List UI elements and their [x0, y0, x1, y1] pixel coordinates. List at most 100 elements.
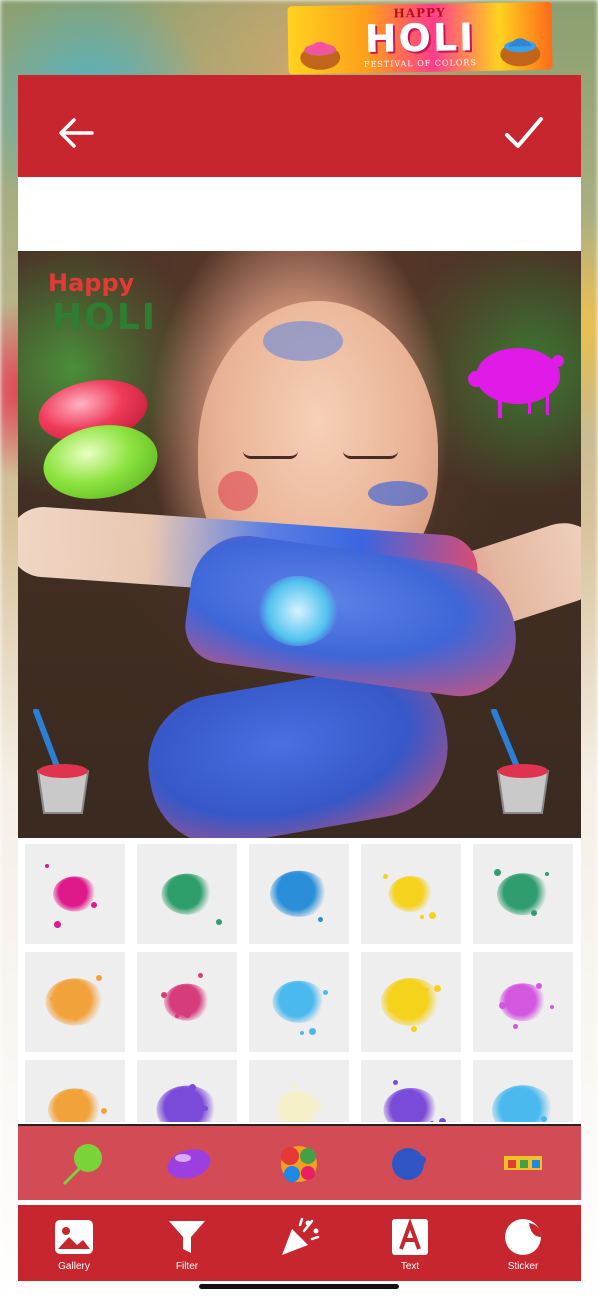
splash-droplet [388, 1007, 393, 1012]
sticker-option-blue[interactable] [249, 844, 349, 944]
effect-button[interactable] [260, 1215, 340, 1279]
sticker-option-purple[interactable] [361, 1060, 461, 1122]
splash-droplet [393, 1080, 398, 1085]
sticker-label: Sticker [507, 1261, 539, 1272]
holi-text-category-icon[interactable] [498, 1140, 548, 1188]
sticker-grid [18, 838, 581, 1122]
splash-graphic [272, 980, 326, 1024]
splash-droplet [439, 1118, 446, 1122]
sticker-option-pink[interactable] [137, 952, 237, 1052]
sticker-option-violet[interactable] [473, 952, 573, 1052]
splash-droplet [73, 1016, 78, 1021]
splash-droplet [305, 1104, 309, 1108]
balloon-category-icon[interactable] [163, 1140, 213, 1188]
paint-bucket-sticker[interactable] [28, 709, 98, 819]
paint-bucket-sticker[interactable] [488, 709, 558, 819]
splash-droplet [101, 1108, 107, 1114]
splash-droplet [536, 983, 542, 989]
splash-droplet [68, 883, 73, 888]
splash-droplet [91, 902, 97, 908]
splash-droplet [189, 1084, 196, 1091]
sticker-option-orange[interactable] [25, 952, 125, 1052]
text-button[interactable]: Text [370, 1215, 450, 1279]
splash-droplet [78, 1089, 83, 1094]
sticker-option-yellow[interactable] [361, 952, 461, 1052]
bottom-toolbar: Gallery Filter Text Sticker [18, 1205, 581, 1281]
splash-droplet [45, 864, 49, 868]
splash-droplet [508, 891, 513, 896]
splash-graphic [497, 873, 549, 915]
sticker-option-purple[interactable] [137, 1060, 237, 1122]
gallery-button[interactable]: Gallery [34, 1215, 114, 1279]
splash-droplet [179, 878, 186, 885]
splash-droplet [429, 912, 436, 919]
splash-droplet [434, 985, 441, 992]
splash-droplet [406, 893, 412, 899]
splash-droplet [541, 1116, 547, 1122]
sticker-happy-text: Happy [48, 269, 135, 297]
blue-splash-sticker[interactable] [258, 576, 338, 646]
splash-droplet [550, 1005, 554, 1009]
sticker-holi-text: HOLI [52, 297, 158, 338]
party-popper-icon [282, 1217, 320, 1255]
splash-droplet [518, 1097, 523, 1102]
image-icon [55, 1220, 93, 1254]
photo-eyes [243, 451, 403, 463]
color-hands-category-icon[interactable] [274, 1140, 324, 1188]
splash-droplet [314, 1101, 321, 1108]
splash-droplet [411, 1026, 417, 1032]
splash-droplet [416, 1099, 422, 1105]
text-label: Text [400, 1261, 420, 1272]
splash-droplet [291, 1082, 297, 1088]
splash-droplet [494, 869, 501, 876]
sticker-option-cyan[interactable] [249, 952, 349, 1052]
splash-droplet [531, 910, 537, 916]
splash-droplet [203, 1106, 208, 1111]
sticker-button[interactable]: Sticker [483, 1215, 563, 1279]
sticker-option-yellow[interactable] [361, 844, 461, 944]
magenta-splash-sticker[interactable] [458, 341, 568, 421]
splash-graphic [156, 1085, 218, 1122]
splash-droplet [50, 997, 54, 1001]
filter-button[interactable]: Filter [147, 1215, 227, 1279]
happy-holi-sticker[interactable]: Happy HOLI [44, 269, 174, 349]
splash-droplet [184, 1011, 191, 1018]
sticker-icon [505, 1219, 541, 1255]
sticker-category-bar [18, 1124, 581, 1200]
blue-powder-category-icon[interactable] [384, 1140, 434, 1188]
splash-droplet [161, 992, 167, 998]
splash-droplet [180, 1087, 184, 1091]
sticker-option-orange[interactable] [25, 1060, 125, 1122]
color-smudge [368, 481, 428, 506]
text-a-icon [392, 1218, 428, 1255]
sticker-option-cyan[interactable] [473, 1060, 573, 1122]
sticker-option-cream[interactable] [249, 1060, 349, 1122]
splash-droplet [175, 1014, 179, 1018]
splash-droplet [309, 1028, 316, 1035]
splash-droplet [323, 990, 328, 995]
splash-droplet [281, 876, 287, 882]
splash-droplet [430, 1121, 434, 1122]
splash-droplet [545, 872, 549, 876]
arrow-left-icon[interactable] [56, 113, 96, 153]
splash-droplet [286, 1009, 292, 1015]
sticker-option-teal-green[interactable] [473, 844, 573, 944]
home-indicator[interactable] [199, 1284, 399, 1289]
splash-droplet [420, 915, 424, 919]
splash-graphic [48, 1088, 102, 1122]
splash-droplet [295, 898, 299, 902]
color-smudge [218, 471, 258, 511]
checkmark-icon[interactable] [502, 111, 546, 155]
sticker-option-magenta[interactable] [25, 844, 125, 944]
splash-droplet [383, 874, 388, 879]
splash-droplet [499, 1002, 506, 1009]
splash-graphic [161, 873, 213, 915]
ad-space [18, 177, 581, 251]
funnel-icon [169, 1221, 205, 1253]
top-bar [18, 75, 581, 177]
lollipop-category-icon[interactable] [58, 1140, 108, 1188]
color-pot-icon [500, 38, 541, 67]
gallery-label: Gallery [58, 1261, 90, 1272]
photo-canvas[interactable]: Happy HOLI [18, 251, 581, 838]
sticker-option-green[interactable] [137, 844, 237, 944]
